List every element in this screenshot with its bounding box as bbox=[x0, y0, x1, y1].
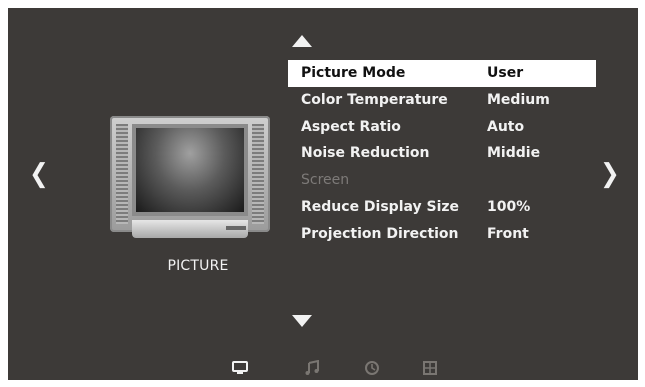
menu-item-projection-direction[interactable]: Projection Direction Front bbox=[288, 221, 596, 248]
tv-speaker-left bbox=[116, 124, 128, 224]
grid-icon[interactable] bbox=[422, 360, 438, 376]
menu-item-value: Middie bbox=[487, 145, 541, 162]
menu-item-color-temperature[interactable]: Color Temperature Medium bbox=[288, 87, 596, 114]
menu-item-label: Noise Reduction bbox=[301, 145, 430, 162]
menu-item-aspect-ratio[interactable]: Aspect Ratio Auto bbox=[288, 114, 596, 141]
music-icon[interactable] bbox=[304, 360, 320, 376]
menu-item-picture-mode[interactable]: Picture Mode User bbox=[288, 60, 596, 87]
clock-icon[interactable] bbox=[364, 360, 380, 376]
tv-controls bbox=[226, 226, 246, 230]
scroll-down-arrow-icon[interactable] bbox=[292, 315, 312, 327]
menu-item-label: Aspect Ratio bbox=[301, 118, 401, 135]
menu-item-label: Picture Mode bbox=[301, 65, 406, 81]
scroll-up-arrow-icon[interactable] bbox=[292, 35, 312, 47]
tv-screen bbox=[132, 124, 248, 216]
menu-item-reduce-display-size[interactable]: Reduce Display Size 100% bbox=[288, 194, 596, 221]
menu-item-label: Color Temperature bbox=[301, 91, 448, 108]
nav-right-arrow-icon[interactable]: ❯ bbox=[600, 161, 620, 187]
section-label: PICTURE bbox=[167, 258, 229, 274]
menu-item-noise-reduction[interactable]: Noise Reduction Middie bbox=[288, 140, 596, 167]
menu-item-label: Reduce Display Size bbox=[301, 198, 460, 215]
picture-menu: Picture Mode User Color Temperature Medi… bbox=[288, 60, 596, 248]
picture-icon[interactable] bbox=[232, 360, 248, 376]
menu-category-bar bbox=[8, 358, 638, 380]
menu-item-label: Projection Direction bbox=[301, 225, 459, 242]
tv-body bbox=[110, 116, 270, 232]
tv-illustration-icon bbox=[110, 116, 270, 244]
menu-item-screen: Screen bbox=[288, 167, 596, 194]
tv-speaker-right bbox=[252, 124, 264, 224]
menu-item-value: Front bbox=[487, 225, 529, 242]
menu-item-label: Screen bbox=[301, 172, 350, 189]
nav-left-arrow-icon[interactable]: ❮ bbox=[29, 161, 49, 187]
menu-item-value: Auto bbox=[487, 118, 525, 135]
menu-item-value: 100% bbox=[487, 198, 531, 215]
osd-screen: ❮ ❯ PICTURE Picture Mode User Color Temp… bbox=[8, 8, 638, 380]
menu-item-value: User bbox=[487, 65, 524, 81]
menu-item-value: Medium bbox=[487, 91, 550, 108]
